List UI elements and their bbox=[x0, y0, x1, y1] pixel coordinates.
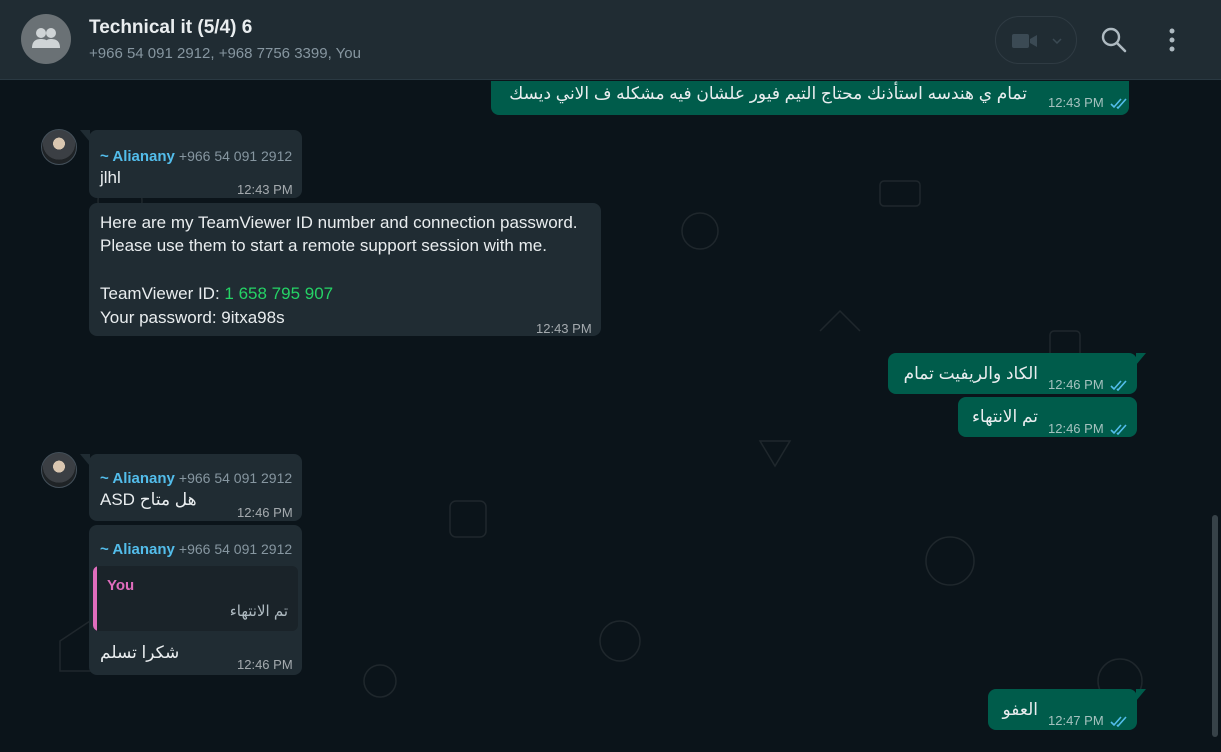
sender-phone: +966 54 091 2912 bbox=[178, 470, 293, 486]
sender-line: ~ Alianany +966 54 091 2912 bbox=[100, 144, 292, 169]
message-time: 12:43 PM bbox=[536, 321, 592, 336]
message-text: تمام ي هندسه استأذنك محتاج التيم فيور عل… bbox=[509, 84, 1027, 103]
sender-name[interactable]: ~ Alianany bbox=[100, 470, 175, 487]
message-text: تم الانتهاء bbox=[971, 407, 1038, 426]
message-meta: 12:46 PM bbox=[1048, 373, 1128, 397]
message-meta: 12:47 PM bbox=[1048, 709, 1128, 733]
quoted-message[interactable]: You تم الانتهاء bbox=[93, 566, 298, 631]
message-bubble-incoming[interactable]: ~ Alianany +966 54 091 2912 You تم الانته… bbox=[89, 525, 302, 675]
message-list[interactable]: تمام ي هندسه استأذنك محتاج التيم فيور عل… bbox=[0, 81, 1221, 752]
double-check-icon bbox=[1110, 424, 1127, 436]
chevron-down-icon bbox=[1052, 38, 1062, 44]
message-time: 12:46 PM bbox=[1048, 421, 1104, 436]
sender-name[interactable]: ~ Alianany bbox=[100, 541, 175, 558]
message-time: 12:47 PM bbox=[1048, 713, 1104, 728]
avatar[interactable] bbox=[41, 452, 77, 488]
message-text: شكرا تسلم bbox=[100, 643, 180, 662]
message-time: 12:46 PM bbox=[1048, 377, 1104, 392]
message-bubble-outgoing[interactable]: العفو 12:47 PM bbox=[988, 689, 1146, 733]
sender-line: ~ Alianany +966 54 091 2912 bbox=[100, 537, 292, 562]
message-text: jlhl bbox=[100, 168, 121, 187]
message-meta: 12:46 PM bbox=[1048, 417, 1128, 441]
message-time: 12:46 PM bbox=[237, 657, 293, 672]
message-bubble-outgoing[interactable]: تم الانتهاء 12:46 PM bbox=[958, 397, 1137, 437]
password-line: Your password: 9itxa98s bbox=[100, 308, 285, 327]
double-check-icon bbox=[1110, 98, 1127, 110]
sender-name[interactable]: ~ Alianany bbox=[100, 148, 175, 165]
teamviewer-id-label: TeamViewer ID: bbox=[100, 284, 225, 303]
message-text: العفو bbox=[1002, 700, 1039, 719]
search-icon[interactable] bbox=[1101, 27, 1127, 53]
message-text-line: Here are my TeamViewer ID number and con… bbox=[100, 213, 578, 232]
more-vertical-icon[interactable] bbox=[1168, 28, 1176, 52]
message-meta: 12:43 PM bbox=[1048, 91, 1128, 115]
message-bubble-incoming[interactable]: ~ Alianany +966 54 091 2912 هل متاح ASD 1… bbox=[80, 454, 302, 521]
quote-text: تم الانتهاء bbox=[229, 603, 288, 620]
quote-author: You bbox=[107, 577, 135, 594]
chat-title[interactable]: Technical it (5/4) 6 bbox=[89, 17, 252, 39]
scrollbar-thumb[interactable] bbox=[1212, 515, 1218, 737]
sender-phone: +966 54 091 2912 bbox=[178, 541, 293, 557]
message-time: 12:43 PM bbox=[1048, 95, 1104, 110]
video-camera-icon bbox=[1012, 34, 1037, 48]
group-icon bbox=[32, 28, 60, 48]
teamviewer-id-link[interactable]: 1 658 795 907 bbox=[224, 284, 333, 303]
teamviewer-id-line: TeamViewer ID: 1 658 795 907 bbox=[100, 282, 333, 306]
video-call-button[interactable] bbox=[995, 16, 1077, 64]
message-bubble-incoming[interactable]: Here are my TeamViewer ID number and con… bbox=[89, 203, 601, 336]
quote-accent-bar bbox=[93, 566, 97, 631]
message-time: 12:43 PM bbox=[237, 182, 293, 197]
participants-list[interactable]: +966 54 091 2912, +968 7756 3399, You bbox=[89, 45, 361, 62]
message-bubble-incoming[interactable]: ~ Alianany +966 54 091 2912 jlhl 12:43 PM bbox=[80, 130, 302, 198]
message-time: 12:46 PM bbox=[237, 505, 293, 520]
avatar[interactable] bbox=[41, 129, 77, 165]
message-text: هل متاح ASD bbox=[100, 490, 197, 509]
double-check-icon bbox=[1110, 716, 1127, 728]
group-avatar[interactable] bbox=[21, 14, 71, 64]
message-bubble-outgoing[interactable]: تمام ي هندسه استأذنك محتاج التيم فيور عل… bbox=[491, 81, 1129, 115]
double-check-icon bbox=[1110, 380, 1127, 392]
message-bubble-outgoing[interactable]: الكاد والريفيت تمام 12:46 PM bbox=[888, 353, 1146, 397]
message-text: الكاد والريفيت تمام bbox=[903, 364, 1038, 383]
chat-header: Technical it (5/4) 6 +966 54 091 2912, +… bbox=[0, 0, 1221, 80]
message-text-line: Please use them to start a remote suppor… bbox=[100, 236, 547, 255]
sender-phone: +966 54 091 2912 bbox=[178, 148, 293, 164]
